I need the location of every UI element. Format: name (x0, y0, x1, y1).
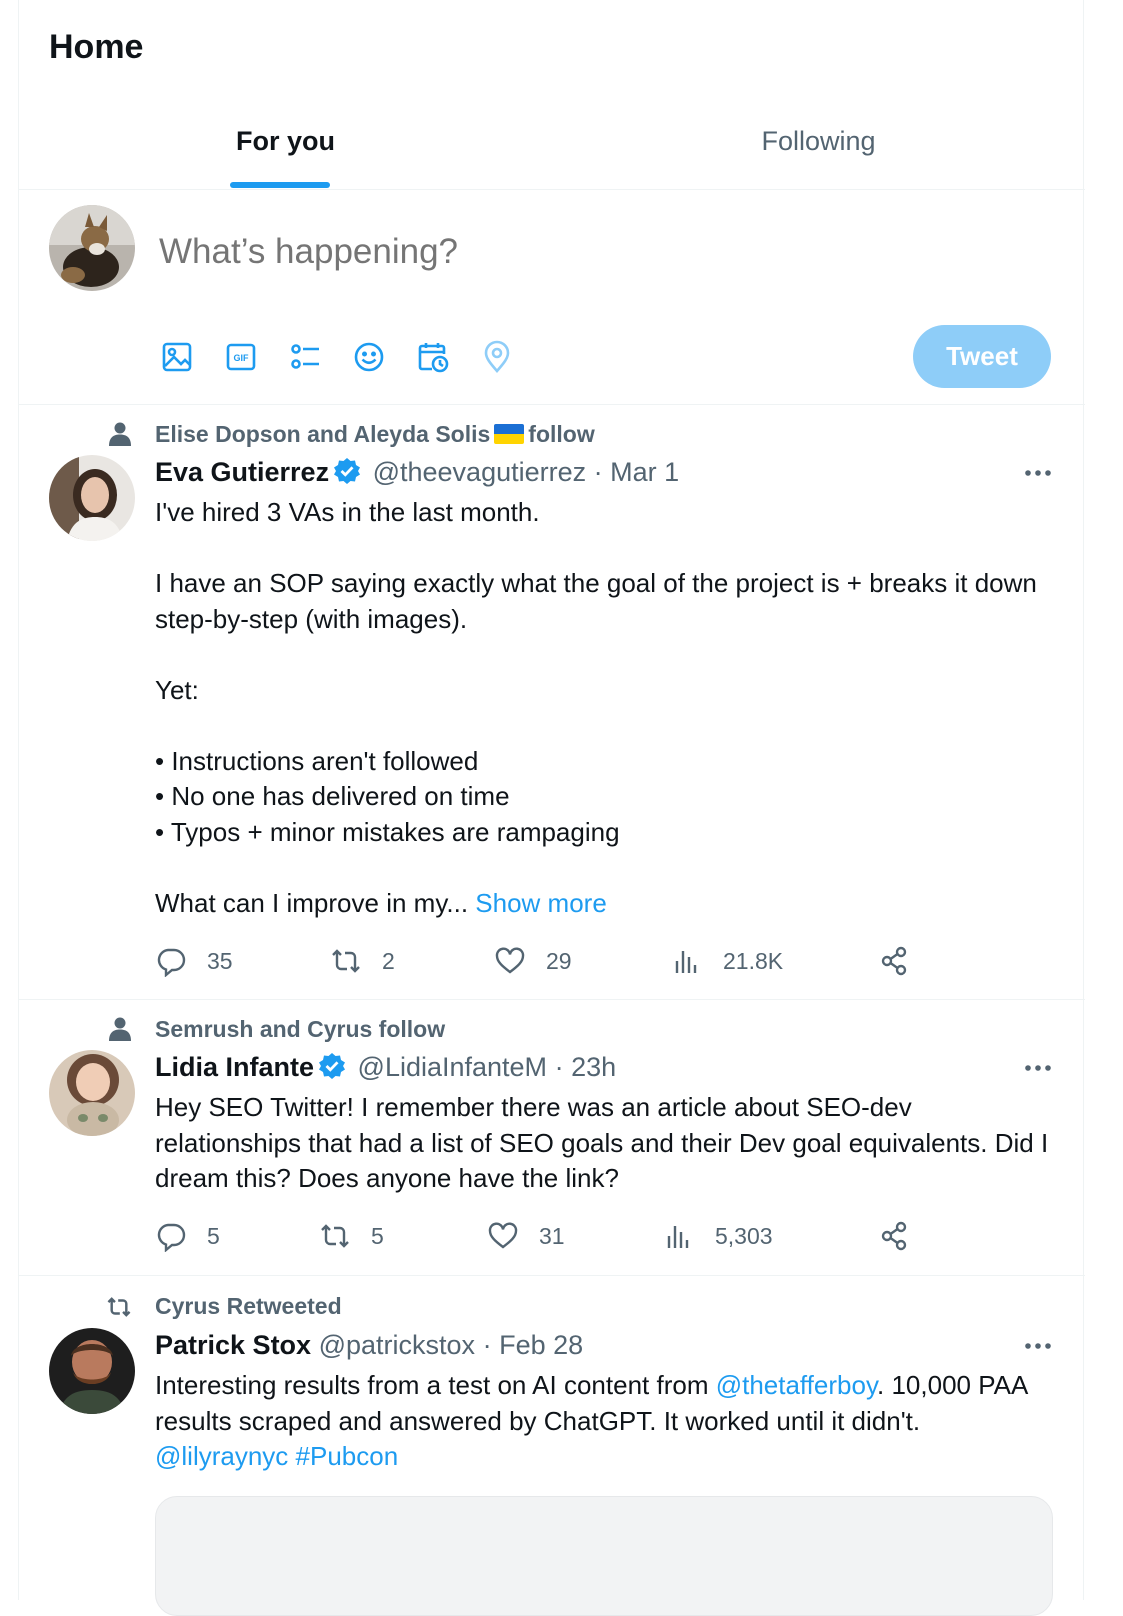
like-button[interactable]: 29 (494, 944, 572, 978)
separator-dot: · (593, 457, 603, 487)
verified-badge-icon (334, 458, 361, 484)
more-options-icon[interactable] (1023, 1341, 1053, 1351)
tab-for-you[interactable]: For you (19, 100, 552, 190)
svg-text:GIF: GIF (234, 353, 250, 363)
tweet-media-card[interactable] (155, 1496, 1053, 1616)
author-name[interactable]: Patrick Stox (155, 1330, 311, 1360)
tab-following[interactable]: Following (552, 100, 1085, 190)
author-handle[interactable]: @patrickstox (319, 1330, 475, 1360)
tweet-text: I've hired 3 VAs in the last month. I ha… (155, 495, 1055, 921)
retweet-icon (321, 1224, 349, 1248)
mention-link[interactable]: @lilyraynyc (155, 1441, 288, 1471)
view-count: 21.8K (723, 947, 784, 974)
tab-for-you-label: For you (236, 126, 335, 156)
tweet-body-part1: Interesting results from a test on AI co… (155, 1370, 716, 1400)
avatar[interactable] (49, 455, 135, 541)
tweet-time[interactable]: Mar 1 (610, 457, 679, 487)
gif-icon[interactable]: GIF (224, 340, 258, 374)
more-options-icon[interactable] (1023, 468, 1053, 478)
like-count: 29 (546, 947, 572, 974)
mention-link[interactable]: @thetafferboy (716, 1370, 877, 1400)
views-button[interactable]: 21.8K (671, 944, 783, 978)
active-tab-indicator (230, 182, 330, 188)
schedule-icon[interactable] (416, 340, 450, 374)
separator-dot: · (554, 1052, 564, 1082)
heart-icon (488, 1222, 518, 1249)
tweet-header: Eva Gutierrez @theevagutierrez · Mar 1 (155, 457, 679, 488)
social-context: Elise Dopson and Aleyda Solis follow (155, 421, 595, 448)
reply-count: 35 (207, 947, 233, 974)
share-button[interactable] (878, 1219, 930, 1253)
tweet-text: Hey SEO Twitter! I remember there was an… (155, 1092, 1056, 1193)
reply-button[interactable]: 5 (155, 1219, 220, 1253)
separator-dot: · (482, 1330, 492, 1360)
person-icon (109, 1017, 131, 1041)
image-icon[interactable] (160, 340, 194, 374)
tweet-header: Patrick Stox @patrickstox · Feb 28 (155, 1330, 583, 1361)
reply-icon (157, 1223, 186, 1252)
tweet-body: I've hired 3 VAs in the last month. I ha… (155, 497, 1037, 918)
retweet-button[interactable]: 5 (319, 1219, 384, 1253)
share-icon (881, 946, 907, 976)
person-icon (109, 422, 131, 446)
location-icon[interactable] (480, 340, 514, 374)
tweet-time[interactable]: 23h (571, 1052, 616, 1082)
retweet-count: 2 (382, 947, 395, 974)
author-handle[interactable]: @LidiaInfanteM (358, 1052, 548, 1082)
page-title: Home (49, 28, 144, 66)
author-handle[interactable]: @theevagutierrez (373, 457, 587, 487)
tweet[interactable]: Semrush and Cyrus follow Lidia Infante @… (19, 1000, 1085, 1276)
heart-icon (495, 947, 525, 974)
social-context: Semrush and Cyrus follow (155, 1016, 446, 1042)
timeline-tabs: For you Following (19, 100, 1085, 190)
reply-icon (157, 948, 186, 977)
retweet-count: 5 (371, 1222, 384, 1249)
reply-button[interactable]: 35 (155, 944, 233, 978)
social-context-suffix: follow (528, 421, 595, 447)
avatar[interactable] (49, 1328, 135, 1414)
author-name[interactable]: Eva Gutierrez (155, 457, 329, 487)
compose-input[interactable] (159, 232, 979, 272)
view-count: 5,303 (715, 1222, 773, 1249)
like-count: 31 (539, 1222, 565, 1249)
home-timeline: Home For you Following Tweet (18, 0, 1085, 1616)
tweet-header: Lidia Infante @LidiaInfanteM · 23h (155, 1052, 616, 1083)
views-icon (675, 951, 697, 973)
ukraine-flag-icon (494, 424, 525, 444)
social-context-names: Elise Dopson and Aleyda Solis (155, 421, 491, 447)
reply-count: 5 (207, 1222, 220, 1249)
share-button[interactable] (878, 944, 930, 978)
share-icon (881, 1221, 907, 1251)
hashtag-link[interactable]: #Pubcon (296, 1441, 399, 1471)
tab-following-label: Following (761, 126, 876, 156)
avatar[interactable] (49, 205, 135, 291)
social-context: Cyrus Retweeted (155, 1293, 342, 1319)
avatar[interactable] (49, 1050, 135, 1136)
tweet[interactable]: Elise Dopson and Aleyda Solis follow Eva … (19, 405, 1085, 1000)
views-button[interactable]: 5,303 (663, 1219, 773, 1253)
views-icon (667, 1226, 689, 1248)
verified-badge-icon (319, 1053, 346, 1079)
author-name[interactable]: Lidia Infante (155, 1052, 314, 1082)
tweet-text: Interesting results from a test on AI co… (155, 1368, 1055, 1475)
emoji-icon[interactable] (352, 340, 386, 374)
more-options-icon[interactable] (1023, 1063, 1053, 1073)
tweet-button[interactable]: Tweet (913, 325, 1051, 388)
retweet-icon (107, 1297, 131, 1317)
retweet-button[interactable]: 2 (330, 944, 395, 978)
tweet-time[interactable]: Feb 28 (499, 1330, 583, 1360)
retweet-icon (332, 949, 360, 973)
like-button[interactable]: 31 (487, 1219, 565, 1253)
poll-icon[interactable] (288, 340, 322, 374)
show-more-link[interactable]: Show more (475, 888, 607, 918)
